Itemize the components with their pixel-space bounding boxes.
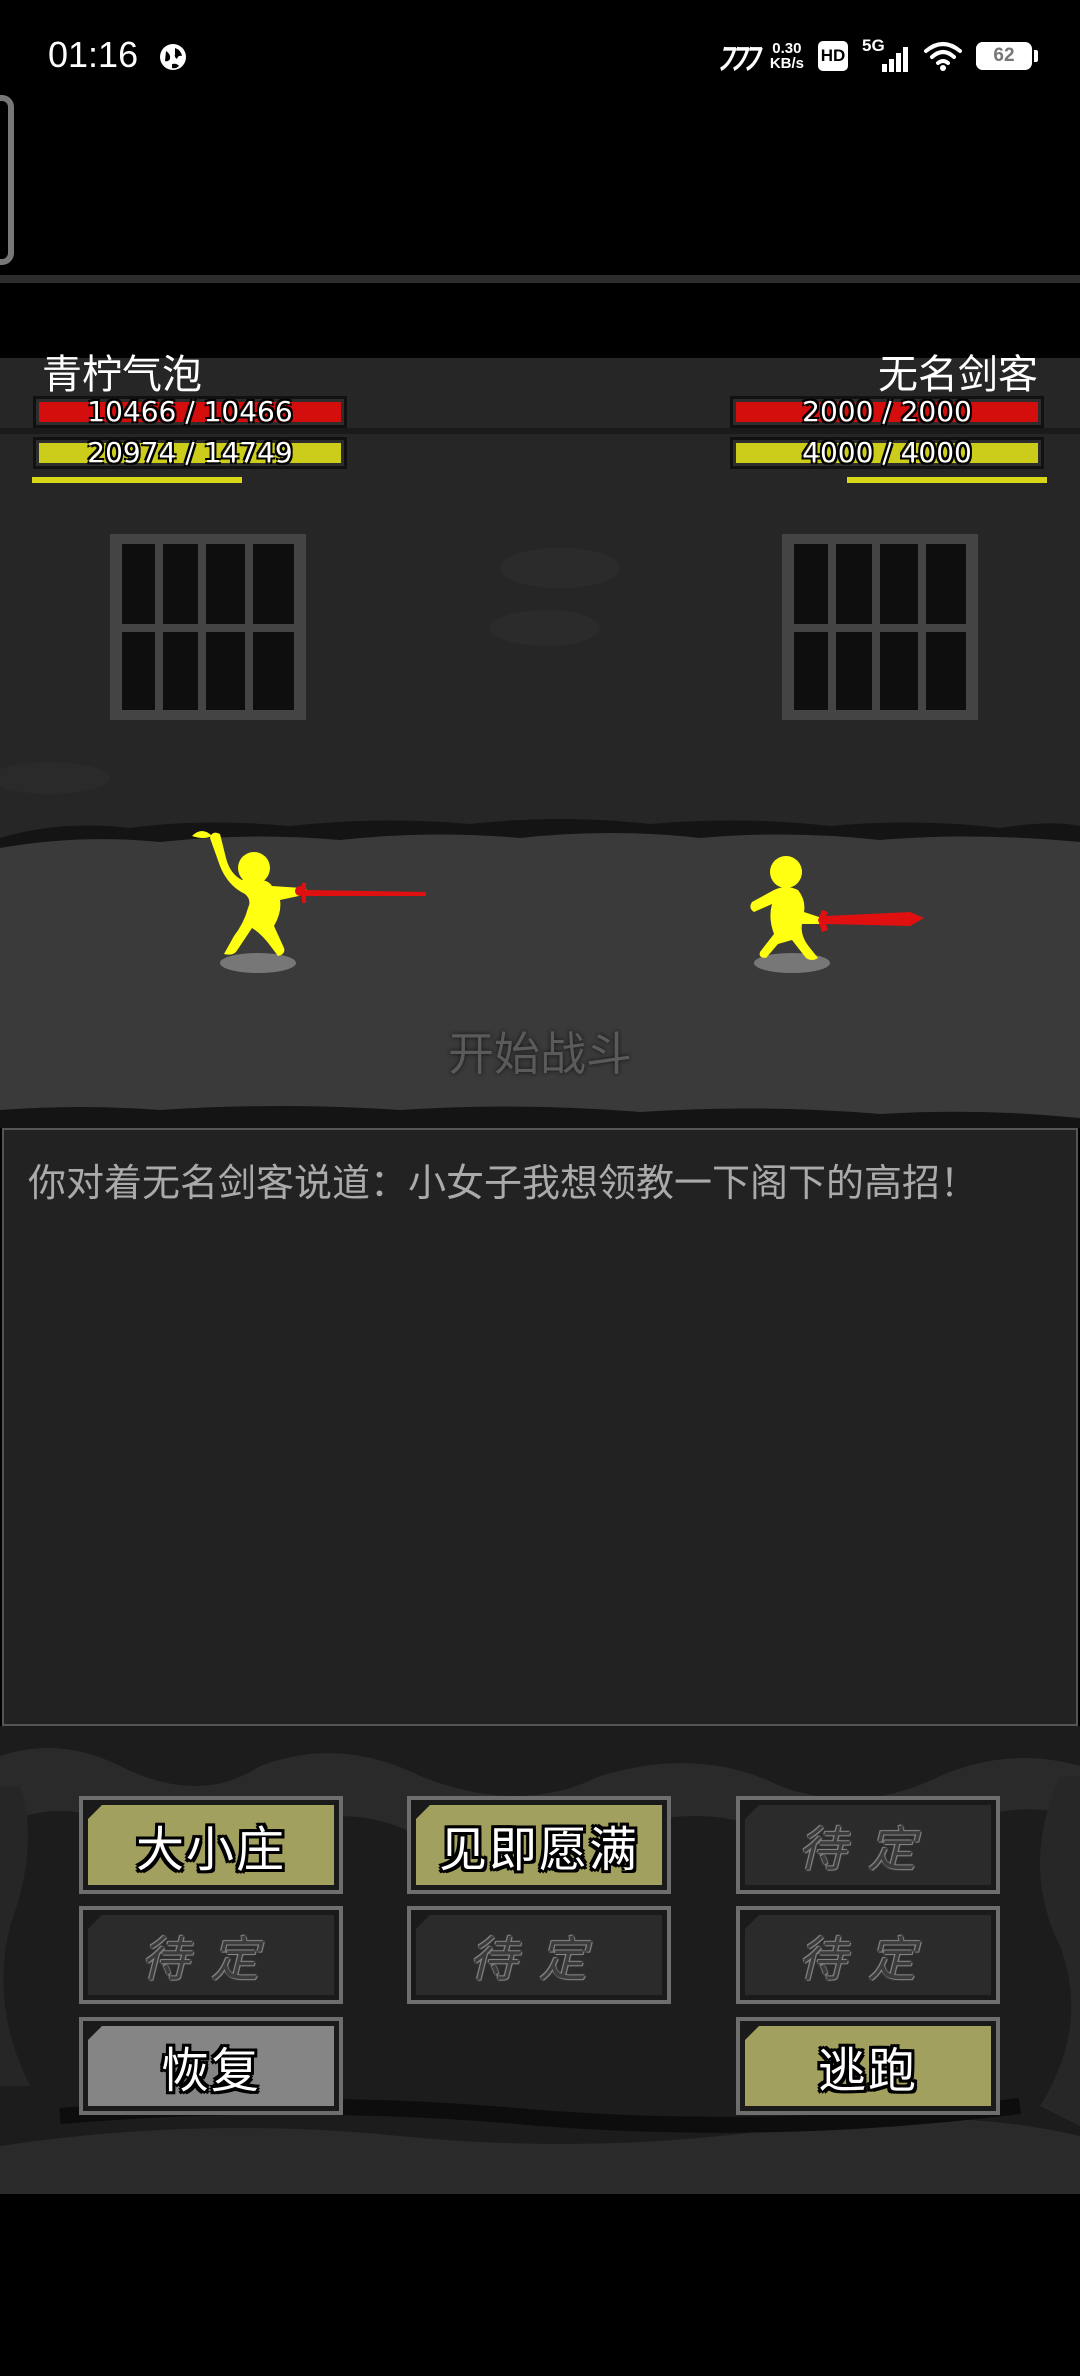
side-panel-handle[interactable] (0, 95, 14, 265)
enemy-name: 无名剑客 (878, 352, 1038, 398)
battle-status-text: 开始战斗 (448, 1027, 632, 1081)
battle-scene (0, 358, 1080, 1128)
enemy-charge-bar (847, 477, 1047, 483)
skill-slot-5[interactable]: 待定 (407, 1906, 671, 2004)
enemy-character (750, 856, 924, 960)
window-right (782, 534, 978, 720)
signal-icon: 5G (862, 36, 910, 74)
player-name: 青柠气泡 (42, 352, 202, 398)
flee-button[interactable]: 逃跑 (736, 2017, 1000, 2115)
skill-slot-4[interactable]: 待定 (79, 1906, 343, 2004)
carrier-icon: ﾌﾌﾌ (716, 40, 759, 76)
enemy-mp-bar: 4000 / 4000 (730, 437, 1044, 469)
skill-button-1[interactable]: 大小庄 (79, 1796, 343, 1894)
enemy-hp-bar: 2000 / 2000 (730, 396, 1044, 428)
skill-slot-3[interactable]: 待定 (736, 1796, 1000, 1894)
restore-button[interactable]: 恢复 (79, 2017, 343, 2115)
player-charge-bar (32, 477, 242, 483)
window-left (110, 534, 306, 720)
wifi-icon (924, 42, 962, 71)
divider (0, 275, 1080, 283)
globe-icon (160, 44, 186, 70)
clock: 01:16 (48, 34, 139, 75)
status-icons: ﾌﾌﾌ 0.30 KB/s HD 5G 62 (716, 36, 1038, 76)
player-hp-bar: 10466 / 10466 (33, 396, 347, 428)
status-bar: 01:16 ﾌﾌﾌ 0.30 KB/s HD 5G 62 (0, 0, 1080, 110)
battle-background (0, 358, 1080, 1128)
skill-button-2[interactable]: 见即愿满 (407, 1796, 671, 1894)
skill-slot-6[interactable]: 待定 (736, 1906, 1000, 2004)
player-character (192, 831, 426, 956)
battle-log[interactable]: 你对着无名剑客说道：小女子我想领教一下阁下的高招！ (2, 1128, 1078, 1726)
player-mp-bar: 20974 / 14749 (33, 437, 347, 469)
network-speed: 0.30 KB/s (769, 40, 804, 72)
hd-icon: HD (818, 41, 848, 71)
log-message: 你对着无名剑客说道：小女子我想领教一下阁下的高招！ (28, 1161, 979, 1205)
battery-icon: 62 (976, 42, 1038, 70)
